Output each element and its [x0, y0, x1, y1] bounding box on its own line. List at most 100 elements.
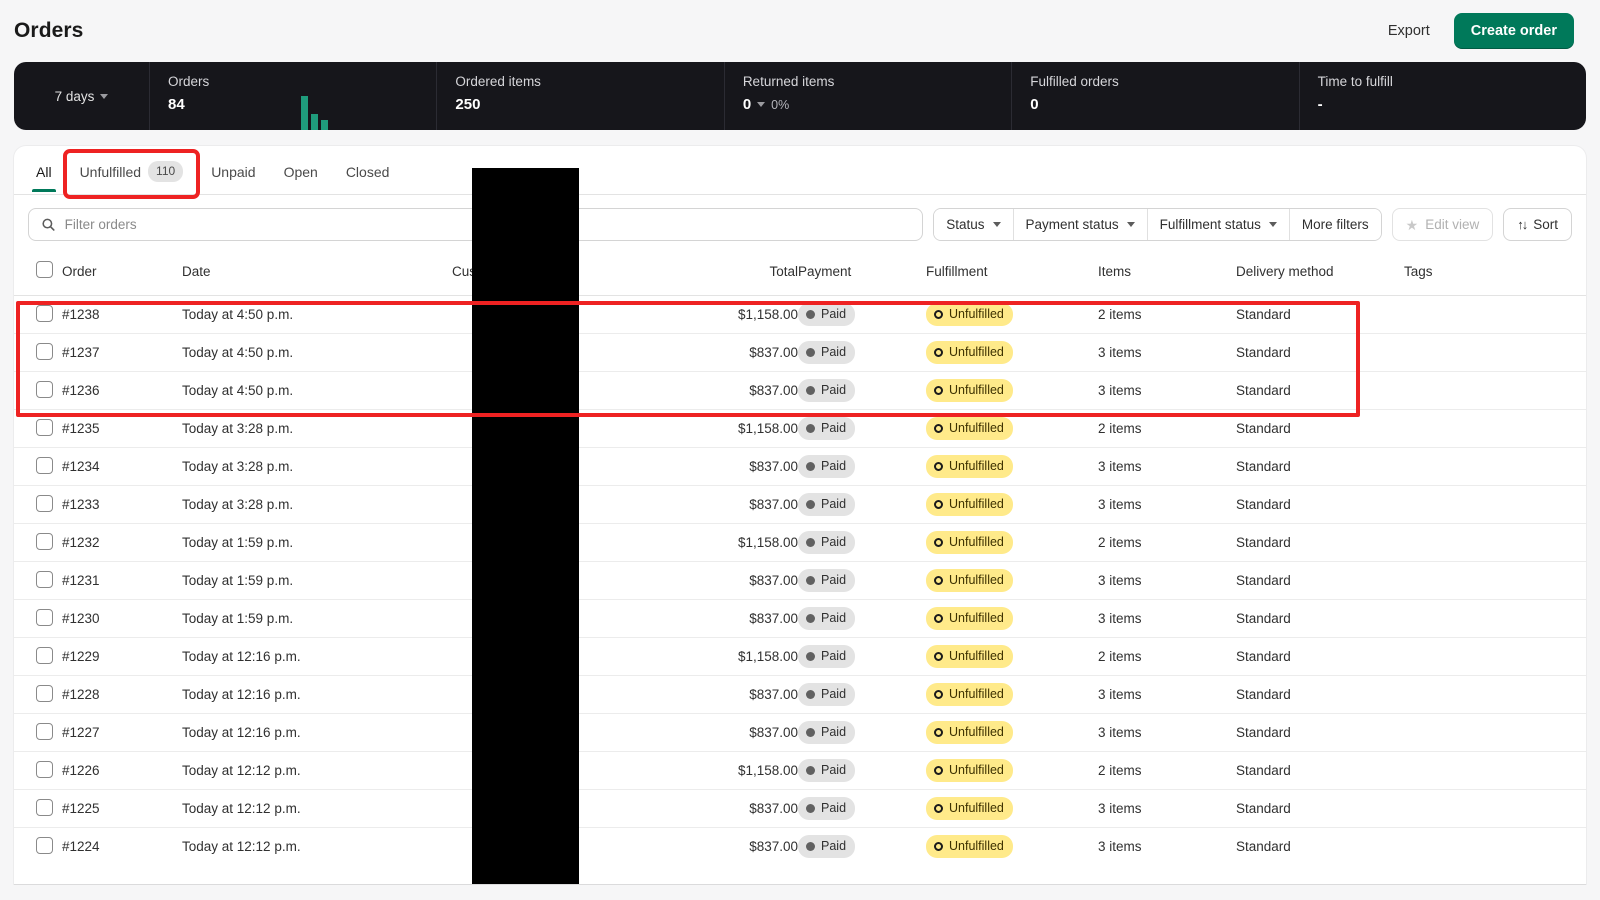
stat-card-returned-items[interactable]: Returned items 0 0%: [725, 62, 1012, 130]
order-number[interactable]: #1234: [62, 459, 100, 474]
column-header-total[interactable]: Total: [674, 254, 798, 296]
fulfillment-status-label: Unfulfilled: [949, 571, 1004, 589]
fulfillment-status-label: Unfulfilled: [949, 685, 1004, 703]
table-row[interactable]: #1238Today at 4:50 p.m.$1,158.00PaidUnfu…: [14, 296, 1586, 334]
table-row[interactable]: #1235Today at 3:28 p.m.$1,158.00PaidUnfu…: [14, 410, 1586, 448]
table-row[interactable]: #1236Today at 4:50 p.m.$837.00PaidUnfulf…: [14, 372, 1586, 410]
order-total: $837.00: [674, 486, 798, 524]
order-date: Today at 3:28 p.m.: [182, 448, 452, 486]
payment-status-cell: Paid: [798, 752, 926, 790]
row-checkbox[interactable]: [36, 457, 53, 474]
order-number[interactable]: #1236: [62, 383, 100, 398]
tab-unpaid[interactable]: Unpaid: [199, 157, 267, 192]
table-row[interactable]: #1237Today at 4:50 p.m.$837.00PaidUnfulf…: [14, 334, 1586, 372]
fulfillment-status-cell: Unfulfilled: [926, 790, 1098, 828]
fulfillment-status-label: Unfulfilled: [949, 533, 1004, 551]
table-row[interactable]: #1228Today at 12:16 p.m.$837.00PaidUnful…: [14, 676, 1586, 714]
order-number[interactable]: #1230: [62, 611, 100, 626]
row-checkbox[interactable]: [36, 609, 53, 626]
table-row[interactable]: #1229Today at 12:16 p.m.$1,158.00PaidUnf…: [14, 638, 1586, 676]
tab-open[interactable]: Open: [272, 157, 330, 192]
tab-closed[interactable]: Closed: [334, 157, 402, 192]
column-header-date[interactable]: Date: [182, 254, 452, 296]
row-checkbox[interactable]: [36, 799, 53, 816]
select-all-checkbox[interactable]: [36, 261, 53, 278]
order-number[interactable]: #1232: [62, 535, 100, 550]
row-checkbox[interactable]: [36, 381, 53, 398]
fulfillment-status-badge: Unfulfilled: [926, 379, 1013, 402]
payment-status-cell: Paid: [798, 676, 926, 714]
tab-unfulfilled[interactable]: Unfulfilled110: [68, 154, 196, 193]
column-header-customer[interactable]: Customer: [452, 254, 674, 296]
table-row[interactable]: #1226Today at 12:12 p.m.$1,158.00PaidUnf…: [14, 752, 1586, 790]
table-row[interactable]: #1227Today at 12:16 p.m.$837.00PaidUnful…: [14, 714, 1586, 752]
edit-view-button[interactable]: ★ Edit view: [1392, 208, 1494, 241]
column-header-items[interactable]: Items: [1098, 254, 1236, 296]
fulfillment-status-label: Unfulfilled: [949, 419, 1004, 437]
filter-button-fulfillment-status[interactable]: Fulfillment status: [1148, 209, 1290, 240]
filter-button-payment-status[interactable]: Payment status: [1014, 209, 1148, 240]
stat-card-time-to-fulfill[interactable]: Time to fulfill -: [1300, 62, 1586, 130]
row-checkbox[interactable]: [36, 761, 53, 778]
order-number[interactable]: #1233: [62, 497, 100, 512]
tab-all[interactable]: All: [24, 157, 64, 192]
column-header-tags[interactable]: Tags: [1404, 254, 1586, 296]
table-row[interactable]: #1225Today at 12:12 p.m.$837.00PaidUnful…: [14, 790, 1586, 828]
fulfillment-status-badge: Unfulfilled: [926, 683, 1013, 706]
order-number[interactable]: #1228: [62, 687, 100, 702]
stat-card-orders[interactable]: Orders 84: [150, 62, 437, 130]
sort-button[interactable]: ↑↓ Sort: [1503, 208, 1572, 241]
table-row[interactable]: #1231Today at 1:59 p.m.$837.00PaidUnfulf…: [14, 562, 1586, 600]
date-range-selector[interactable]: 7 days: [14, 62, 150, 130]
order-number[interactable]: #1226: [62, 763, 100, 778]
fulfillment-status-badge: Unfulfilled: [926, 493, 1013, 516]
order-number[interactable]: #1237: [62, 345, 100, 360]
row-checkbox[interactable]: [36, 495, 53, 512]
order-tags: [1404, 524, 1586, 562]
search-box[interactable]: [28, 208, 923, 241]
stat-card-fulfilled-orders[interactable]: Fulfilled orders 0: [1012, 62, 1299, 130]
order-number[interactable]: #1225: [62, 801, 100, 816]
table-row[interactable]: #1233Today at 3:28 p.m.$837.00PaidUnfulf…: [14, 486, 1586, 524]
row-checkbox[interactable]: [36, 419, 53, 436]
table-row[interactable]: #1234Today at 3:28 p.m.$837.00PaidUnfulf…: [14, 448, 1586, 486]
row-checkbox[interactable]: [36, 533, 53, 550]
table-row[interactable]: #1224Today at 12:12 p.m.$837.00PaidUnful…: [14, 828, 1586, 866]
order-number[interactable]: #1224: [62, 839, 100, 854]
status-ring-icon: [934, 500, 943, 509]
fulfillment-status-cell: Unfulfilled: [926, 562, 1098, 600]
filter-button-status[interactable]: Status: [934, 209, 1013, 240]
row-checkbox[interactable]: [36, 837, 53, 854]
row-checkbox[interactable]: [36, 305, 53, 322]
export-button[interactable]: Export: [1382, 16, 1436, 46]
order-number[interactable]: #1229: [62, 649, 100, 664]
status-ring-icon: [934, 576, 943, 585]
stat-card-ordered-items[interactable]: Ordered items 250: [437, 62, 724, 130]
filter-button-more-filters[interactable]: More filters: [1290, 209, 1381, 240]
row-checkbox[interactable]: [36, 723, 53, 740]
status-dot-icon: [806, 842, 815, 851]
header-actions: Export Create order: [1382, 13, 1574, 49]
search-input[interactable]: [65, 217, 911, 232]
order-total: $837.00: [674, 790, 798, 828]
column-header-fulfillment[interactable]: Fulfillment: [926, 254, 1098, 296]
order-number[interactable]: #1231: [62, 573, 100, 588]
column-header-payment[interactable]: Payment: [798, 254, 926, 296]
order-items-count: 3 items: [1098, 372, 1236, 410]
payment-status-badge: Paid: [798, 835, 855, 858]
row-checkbox[interactable]: [36, 685, 53, 702]
row-checkbox[interactable]: [36, 571, 53, 588]
order-number[interactable]: #1235: [62, 421, 100, 436]
row-checkbox[interactable]: [36, 647, 53, 664]
column-header-delivery-method[interactable]: Delivery method: [1236, 254, 1404, 296]
filter-button-label: Status: [946, 217, 984, 232]
payment-status-cell: Paid: [798, 600, 926, 638]
page-header: Orders Export Create order: [0, 0, 1600, 62]
create-order-button[interactable]: Create order: [1454, 13, 1574, 49]
table-row[interactable]: #1232Today at 1:59 p.m.$1,158.00PaidUnfu…: [14, 524, 1586, 562]
table-row[interactable]: #1230Today at 1:59 p.m.$837.00PaidUnfulf…: [14, 600, 1586, 638]
order-number[interactable]: #1227: [62, 725, 100, 740]
row-checkbox[interactable]: [36, 343, 53, 360]
order-number[interactable]: #1238: [62, 307, 100, 322]
column-header-order[interactable]: Order: [62, 254, 182, 296]
